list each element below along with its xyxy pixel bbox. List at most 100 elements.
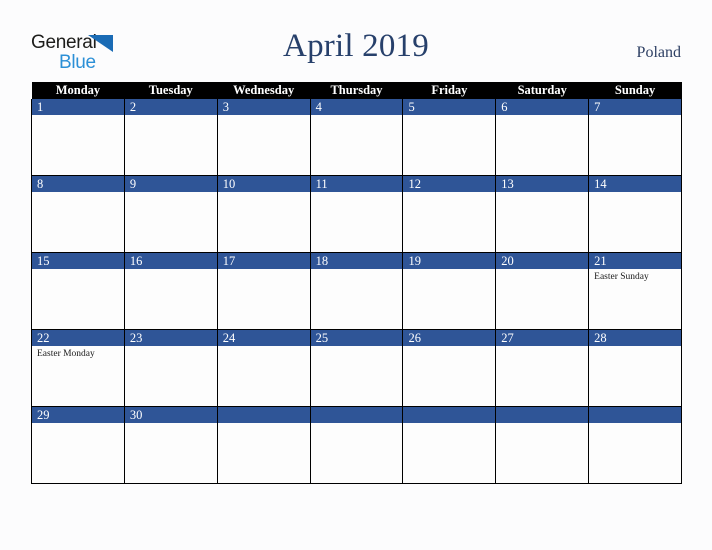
day-event [403,423,495,426]
weekday-header-saturday: Saturday [495,82,589,99]
day-event [125,423,217,426]
day-event [589,423,681,426]
day-number: 25 [310,330,403,346]
day-number: 7 [589,99,682,115]
weekday-header-friday: Friday [402,82,496,99]
day-number: 14 [589,176,682,192]
day-number: 20 [496,253,589,269]
calendar-day-cell[interactable]: 21 Easter Sunday [588,252,683,330]
calendar-week-row: 1 2 3 4 5 6 7 [31,99,683,176]
calendar-day-cell[interactable]: 18 [309,252,404,330]
day-number: 8 [32,176,124,192]
day-number: 5 [403,99,496,115]
day-event [496,346,588,349]
calendar-day-cell[interactable]: 15 [31,252,125,330]
calendar-day-cell[interactable]: 7 [588,99,683,176]
day-event [496,115,588,118]
day-event [403,115,495,118]
calendar-day-cell[interactable]: 11 [309,175,404,253]
weekday-header-monday: Monday [31,82,125,99]
calendar-day-cell[interactable] [309,406,404,484]
calendar-week-row: 29 30 [31,406,683,484]
day-event [32,423,124,426]
calendar-day-cell[interactable]: 23 [123,329,218,407]
day-number: 2 [124,99,217,115]
day-event [125,346,217,349]
calendar-day-cell[interactable]: 13 [495,175,590,253]
calendar-day-cell[interactable] [495,406,590,484]
day-event [218,423,310,426]
day-number: 19 [403,253,496,269]
calendar-day-cell[interactable]: 10 [216,175,311,253]
day-number: 28 [589,330,682,346]
day-event [125,192,217,195]
day-event [311,269,403,272]
calendar-day-cell[interactable]: 4 [309,99,404,176]
day-event [32,192,124,195]
calendar-day-cell[interactable]: 8 [31,175,125,253]
country-label: Poland [636,44,681,61]
calendar-day-cell[interactable]: 6 [495,99,590,176]
calendar-day-cell[interactable]: 30 [123,406,218,484]
calendar-day-cell[interactable]: 16 [123,252,218,330]
calendar-day-cell[interactable] [216,406,311,484]
day-event [496,269,588,272]
calendar-day-cell[interactable]: 14 [588,175,683,253]
day-event [589,346,681,349]
calendar-day-cell[interactable]: 28 [588,329,683,407]
calendar-day-cell[interactable]: 2 [123,99,218,176]
calendar-day-cell[interactable]: 20 [495,252,590,330]
day-number: 30 [124,407,217,423]
weekday-header-sunday: Sunday [588,82,682,99]
calendar-day-cell[interactable]: 19 [402,252,497,330]
day-number: 6 [496,99,589,115]
calendar-day-cell[interactable]: 12 [402,175,497,253]
day-event [218,346,310,349]
day-number: 26 [403,330,496,346]
weekday-header-wednesday: Wednesday [217,82,311,99]
day-event [403,269,495,272]
calendar-day-cell[interactable]: 22 Easter Monday [31,329,125,407]
day-number: 13 [496,176,589,192]
day-event: Easter Monday [37,349,95,359]
page-header: General Blue April 2019 Poland [0,0,712,80]
day-number [310,407,403,423]
day-number [496,407,589,423]
day-event [218,192,310,195]
day-number: 17 [217,253,310,269]
day-number [217,407,310,423]
day-number: 3 [217,99,310,115]
calendar-day-cell[interactable] [588,406,683,484]
calendar-day-cell[interactable]: 24 [216,329,311,407]
calendar-day-cell[interactable]: 17 [216,252,311,330]
day-event [32,269,124,272]
day-event [218,115,310,118]
day-number: 22 [32,330,124,346]
day-number: 12 [403,176,496,192]
calendar-day-cell[interactable]: 3 [216,99,311,176]
weekday-header-thursday: Thursday [310,82,403,99]
calendar-day-cell[interactable]: 25 [309,329,404,407]
calendar-week-row: 15 16 17 18 19 20 21 Easter Sunday [31,252,683,330]
weekday-header-row: Monday Tuesday Wednesday Thursday Friday… [31,82,682,99]
calendar-table: Monday Tuesday Wednesday Thursday Friday… [31,82,683,484]
day-number: 27 [496,330,589,346]
day-number: 16 [124,253,217,269]
day-event [496,423,588,426]
day-event [311,115,403,118]
day-number [403,407,496,423]
day-event: Easter Sunday [594,272,649,282]
day-number: 15 [32,253,124,269]
day-event [589,192,681,195]
calendar-day-cell[interactable]: 9 [123,175,218,253]
calendar-day-cell[interactable]: 26 [402,329,497,407]
calendar-day-cell[interactable]: 5 [402,99,497,176]
day-event [218,269,310,272]
calendar-day-cell[interactable] [402,406,497,484]
day-event [496,192,588,195]
calendar-day-cell[interactable]: 29 [31,406,125,484]
day-number: 18 [310,253,403,269]
calendar-day-cell[interactable]: 1 [31,99,125,176]
calendar-day-cell[interactable]: 27 [495,329,590,407]
day-event [32,115,124,118]
